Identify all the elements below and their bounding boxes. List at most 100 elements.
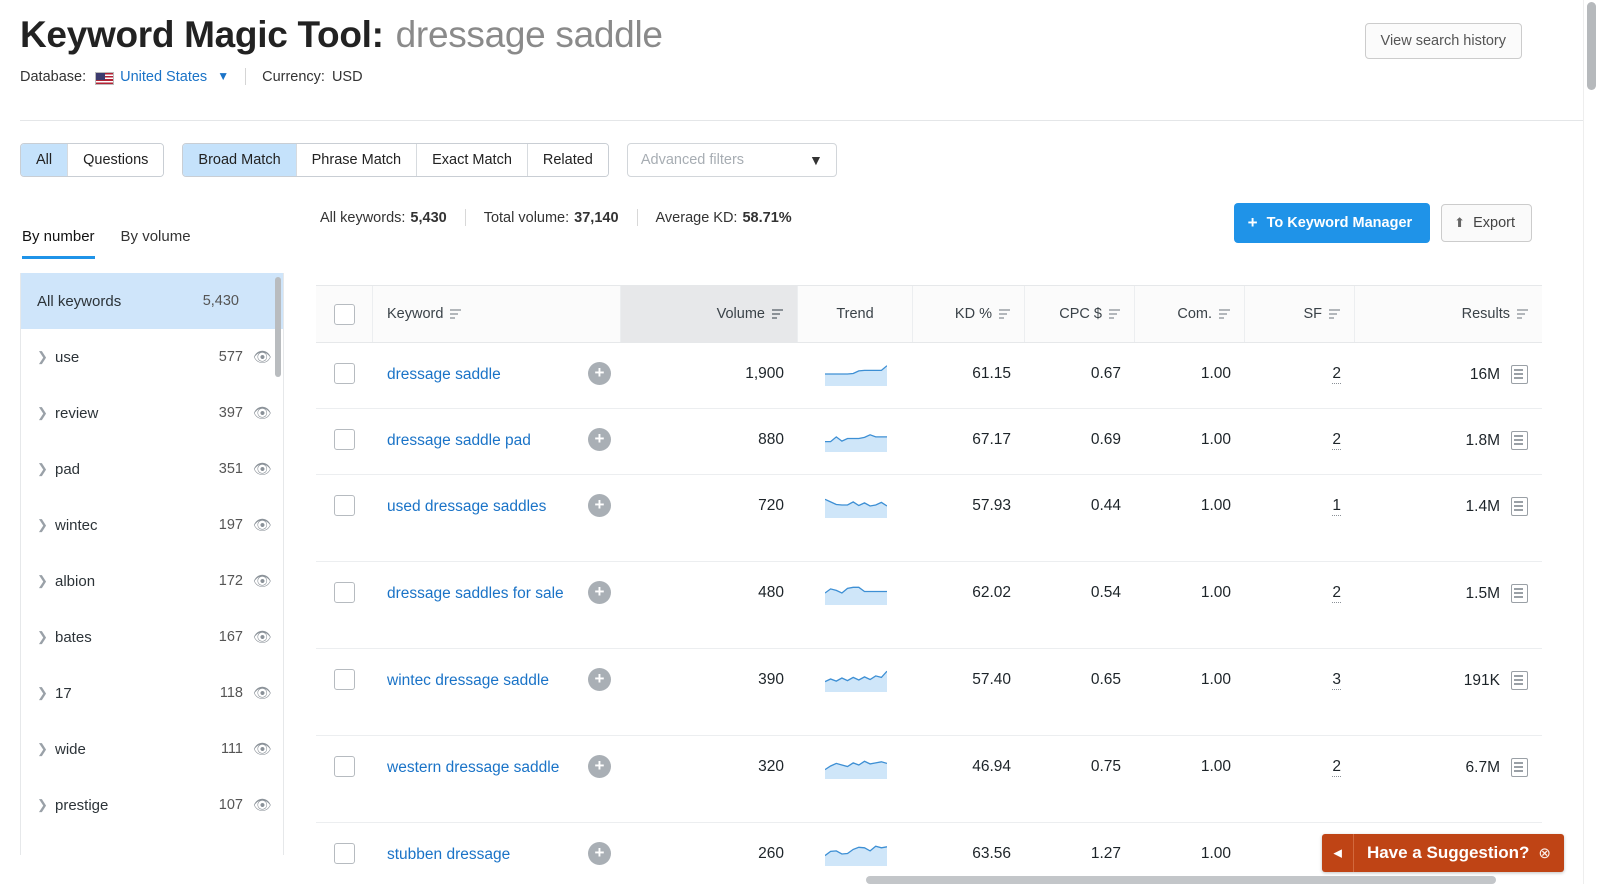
eye-icon[interactable]: 👁: [253, 740, 272, 758]
sidebar-item-label: prestige: [55, 796, 109, 814]
row-checkbox[interactable]: [334, 429, 355, 450]
sf-value[interactable]: 2: [1332, 365, 1341, 384]
keyword-link[interactable]: used dressage saddles: [387, 497, 546, 517]
serp-document-icon[interactable]: [1511, 497, 1528, 516]
database-selector[interactable]: United States ▼: [120, 69, 229, 85]
add-keyword-icon[interactable]: +: [588, 668, 611, 691]
column-label: Volume: [716, 306, 765, 322]
select-all-checkbox[interactable]: [333, 303, 355, 325]
eye-icon[interactable]: 👁: [253, 628, 272, 646]
serp-document-icon[interactable]: [1511, 584, 1528, 603]
keyword-cell: dressage saddles for sale +: [373, 562, 621, 648]
column-label: Trend: [836, 306, 874, 322]
tab-by-number[interactable]: By number: [22, 228, 95, 259]
row-checkbox[interactable]: [334, 582, 355, 603]
row-checkbox[interactable]: [334, 843, 355, 864]
sidebar-item-use[interactable]: ❯ use 577 👁: [21, 329, 283, 385]
horizontal-scrollbar[interactable]: [316, 875, 1542, 884]
have-a-suggestion-banner[interactable]: ◂ Have a Suggestion? ⊗: [1322, 834, 1564, 872]
serp-document-icon[interactable]: [1511, 365, 1528, 384]
sidebar-scrollbar-thumb[interactable]: [275, 277, 281, 377]
chevron-right-icon[interactable]: ❯: [37, 405, 55, 421]
sf-value[interactable]: 2: [1332, 431, 1341, 450]
advanced-filters-dropdown[interactable]: Advanced filters ▼: [626, 143, 837, 177]
sidebar-item-review[interactable]: ❯ review 397 👁: [21, 385, 283, 441]
sidebar-item-all-keywords[interactable]: All keywords 5,430: [21, 273, 283, 329]
column-header-cpc[interactable]: CPC $: [1025, 286, 1135, 342]
kd-cell: 57.93: [972, 497, 1011, 514]
eye-icon[interactable]: 👁: [253, 348, 272, 366]
add-keyword-icon[interactable]: +: [588, 494, 611, 517]
chevron-right-icon[interactable]: ❯: [37, 629, 55, 645]
row-checkbox[interactable]: [334, 669, 355, 690]
export-button[interactable]: ⬆ Export: [1441, 204, 1532, 242]
row-checkbox[interactable]: [334, 495, 355, 516]
chevron-right-icon[interactable]: ❯: [37, 517, 55, 533]
keyword-link[interactable]: dressage saddle: [387, 365, 501, 385]
serp-document-icon[interactable]: [1511, 671, 1528, 690]
sidebar-item-wintec[interactable]: ❯ wintec 197 👁: [21, 497, 283, 553]
sidebar-item-prestige[interactable]: ❯ prestige 107 👁: [21, 777, 283, 833]
eye-icon[interactable]: 👁: [253, 404, 272, 422]
sidebar-item-albion[interactable]: ❯ albion 172 👁: [21, 553, 283, 609]
trend-cell: [798, 736, 913, 822]
add-keyword-icon[interactable]: +: [588, 362, 611, 385]
sf-value[interactable]: 3: [1332, 671, 1341, 690]
sf-value[interactable]: 2: [1332, 584, 1341, 603]
vertical-scrollbar-thumb[interactable]: [1587, 2, 1596, 90]
chevron-right-icon[interactable]: ❯: [37, 349, 55, 365]
row-checkbox[interactable]: [334, 363, 355, 384]
column-header-volume[interactable]: Volume: [621, 286, 798, 342]
add-keyword-icon[interactable]: +: [588, 428, 611, 451]
column-header-sf[interactable]: SF: [1245, 286, 1355, 342]
filter-related[interactable]: Related: [527, 144, 608, 176]
close-icon[interactable]: ⊗: [1538, 844, 1564, 862]
chevron-right-icon[interactable]: ❯: [37, 573, 55, 589]
horizontal-scrollbar-thumb[interactable]: [866, 876, 1496, 884]
serp-document-icon[interactable]: [1511, 431, 1528, 450]
trend-sparkline: [824, 498, 887, 518]
stats-divider: [464, 209, 466, 226]
tab-by-volume[interactable]: By volume: [121, 228, 191, 259]
eye-icon[interactable]: 👁: [253, 460, 272, 478]
filter-questions[interactable]: Questions: [68, 144, 164, 176]
table-row: dressage saddle pad +880 67.17 0.69 1.00 2 1.8…: [316, 409, 1542, 475]
keyword-link[interactable]: dressage saddles for sale: [387, 584, 564, 604]
eye-icon[interactable]: 👁: [253, 572, 272, 590]
eye-icon[interactable]: 👁: [253, 684, 272, 702]
filter-phrase-match[interactable]: Phrase Match: [296, 144, 418, 176]
sidebar-item-pad[interactable]: ❯ pad 351 👁: [21, 441, 283, 497]
keyword-link[interactable]: wintec dressage saddle: [387, 671, 549, 691]
column-header-keyword[interactable]: Keyword: [373, 286, 621, 342]
serp-document-icon[interactable]: [1511, 758, 1528, 777]
column-header-kd[interactable]: KD %: [913, 286, 1025, 342]
vertical-scrollbar-region[interactable]: [1587, 0, 1596, 884]
filter-all[interactable]: All: [21, 144, 69, 176]
filter-exact-match[interactable]: Exact Match: [417, 144, 528, 176]
add-keyword-icon[interactable]: +: [588, 581, 611, 604]
results-value: 16M: [1469, 365, 1500, 383]
eye-icon[interactable]: 👁: [253, 516, 272, 534]
column-header-com[interactable]: Com.: [1135, 286, 1245, 342]
add-keyword-icon[interactable]: +: [588, 842, 611, 865]
row-checkbox[interactable]: [334, 756, 355, 777]
com-cell: 1.00: [1200, 497, 1231, 514]
sf-value[interactable]: 1: [1332, 497, 1341, 516]
sidebar-item-17[interactable]: ❯ 17 118 👁: [21, 665, 283, 721]
eye-icon[interactable]: 👁: [253, 796, 272, 814]
keyword-link[interactable]: western dressage saddle: [387, 758, 559, 778]
chevron-right-icon[interactable]: ❯: [37, 797, 55, 813]
sidebar-item-wide[interactable]: ❯ wide 111 👁: [21, 721, 283, 777]
column-header-results[interactable]: Results: [1355, 286, 1542, 342]
keyword-link[interactable]: stubben dressage: [387, 845, 510, 865]
to-keyword-manager-button[interactable]: + To Keyword Manager: [1233, 203, 1431, 243]
sidebar-item-bates[interactable]: ❯ bates 167 👁: [21, 609, 283, 665]
chevron-right-icon[interactable]: ❯: [37, 685, 55, 701]
chevron-right-icon[interactable]: ❯: [37, 461, 55, 477]
chevron-right-icon[interactable]: ❯: [37, 741, 55, 757]
view-search-history-button[interactable]: View search history: [1364, 23, 1522, 59]
sf-value[interactable]: 2: [1332, 758, 1341, 777]
keyword-link[interactable]: dressage saddle pad: [387, 431, 531, 451]
add-keyword-icon[interactable]: +: [588, 755, 611, 778]
filter-broad-match[interactable]: Broad Match: [183, 144, 297, 176]
